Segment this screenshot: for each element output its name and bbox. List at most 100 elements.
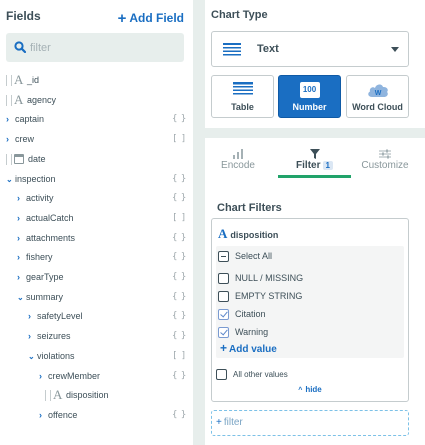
field-label: attachments <box>26 233 76 243</box>
option-null-missing[interactable]: NULL / MISSING <box>218 271 303 285</box>
hide-button[interactable]: ^ hide <box>212 385 408 394</box>
chevron-down-icon[interactable]: ⌄ <box>17 293 26 302</box>
chevron-right-icon[interactable]: › <box>17 213 26 223</box>
array-type-icon: [ ] <box>172 351 186 361</box>
chevron-right-icon[interactable]: › <box>17 193 26 203</box>
string-type-icon: A <box>53 387 63 402</box>
add-filter-label: filter <box>223 417 243 428</box>
chevron-right-icon[interactable]: › <box>6 134 15 144</box>
option-label: Citation <box>235 309 266 319</box>
checkbox[interactable] <box>218 272 229 284</box>
tile-table[interactable]: Table <box>211 75 274 118</box>
chart-filters-title: Chart Filters <box>217 202 282 214</box>
chevron-down-icon <box>391 47 399 52</box>
option-empty-string[interactable]: EMPTY STRING <box>218 289 302 303</box>
add-field-button[interactable]: + Add Field <box>117 9 184 27</box>
fields-header: Fields + Add Field <box>6 9 186 27</box>
drag-handle-icon[interactable] <box>6 74 12 86</box>
tab-label: Customize <box>361 160 409 171</box>
field-label: fishery <box>26 252 53 262</box>
drag-handle-icon[interactable] <box>45 389 51 401</box>
option-all-other-values[interactable]: All other values <box>216 367 288 381</box>
filter-values-list: Select All NULL / MISSING EMPTY STRING C… <box>216 246 404 358</box>
field-item-attachments[interactable]: › attachments { } <box>17 228 190 248</box>
tile-number[interactable]: 100 Number <box>278 75 341 118</box>
string-type-icon: A <box>14 92 24 107</box>
tab-encode[interactable]: Encode <box>211 146 265 178</box>
tab-customize[interactable]: Customize <box>355 146 415 178</box>
field-item-disposition[interactable]: Adisposition <box>45 385 190 405</box>
chevron-right-icon[interactable]: › <box>17 252 26 262</box>
checkbox-partial[interactable] <box>218 250 229 262</box>
chevron-right-icon[interactable]: › <box>17 233 26 243</box>
field-label: disposition <box>66 390 109 400</box>
field-item-summary[interactable]: ⌄ summary { } <box>17 287 190 307</box>
chart-subtype-tiles: Table 100 Number W Word Cloud <box>211 75 409 118</box>
field-item-geartype[interactable]: › gearType { } <box>17 267 190 287</box>
chart-type-select[interactable]: Text <box>211 31 409 67</box>
field-label: crew <box>15 134 35 144</box>
field-label: crewMember <box>48 371 101 381</box>
chevron-right-icon[interactable]: › <box>39 371 48 381</box>
table-icon <box>232 82 253 95</box>
field-item-date[interactable]: date <box>6 149 190 169</box>
option-warning[interactable]: Warning <box>218 325 268 339</box>
option-label: Warning <box>235 327 269 337</box>
chevron-right-icon[interactable]: › <box>28 311 37 321</box>
plus-icon: + <box>117 10 127 27</box>
checkbox[interactable] <box>218 290 229 302</box>
field-label: activity <box>26 193 54 203</box>
number-icon: 100 <box>299 82 320 98</box>
string-type-icon: A <box>14 72 24 87</box>
add-value-button[interactable]: + Add value <box>220 341 277 355</box>
checkbox[interactable] <box>216 368 227 380</box>
calendar-icon <box>14 154 24 164</box>
option-label: EMPTY STRING <box>235 291 303 301</box>
field-label: safetyLevel <box>37 311 83 321</box>
tab-filter[interactable]: Filter 1 <box>278 146 351 178</box>
add-field-label: Add Field <box>129 11 184 25</box>
option-citation[interactable]: Citation <box>218 307 266 321</box>
field-item-fishery[interactable]: › fishery { } <box>17 247 190 267</box>
chevron-down-icon[interactable]: ⌄ <box>28 352 37 361</box>
field-item-actualcatch[interactable]: › actualCatch [ ] <box>17 208 190 228</box>
field-item-agency[interactable]: Aagency <box>6 90 190 110</box>
chevron-right-icon[interactable]: › <box>17 272 26 282</box>
add-filter-dropzone[interactable]: + filter <box>211 410 409 436</box>
filter-card: Adisposition Select All NULL / MISSING E… <box>211 218 409 402</box>
fields-title: Fields <box>6 9 41 23</box>
drag-handle-icon[interactable] <box>6 94 12 106</box>
chevron-down-icon[interactable]: ⌄ <box>6 175 15 184</box>
field-filter-input[interactable] <box>30 38 176 57</box>
field-filter <box>6 33 184 62</box>
fields-panel: Fields +Add Field A_idAagency›captain{ }… <box>0 0 193 445</box>
field-item-activity[interactable]: › activity { } <box>17 188 190 208</box>
field-item-seizures[interactable]: › seizures { } <box>28 326 190 346</box>
tile-word-cloud[interactable]: W Word Cloud <box>346 75 409 118</box>
chevron-right-icon[interactable]: › <box>6 114 15 124</box>
field-item-_id[interactable]: A _id <box>6 70 190 90</box>
chevron-right-icon[interactable]: › <box>28 331 37 341</box>
field-item-captain[interactable]: › captain { } <box>6 109 190 129</box>
drag-handle-icon[interactable] <box>6 153 12 165</box>
object-type-icon: { } <box>172 371 186 381</box>
filter-count-badge: 1 <box>322 161 333 170</box>
tab-filter-label-wrap: Filter 1 <box>278 160 351 171</box>
field-item-crew[interactable]: › crew [ ] <box>6 129 190 149</box>
search-icon <box>14 41 26 53</box>
filter-icon <box>309 149 320 159</box>
option-label: NULL / MISSING <box>235 273 304 283</box>
filter-field-label: disposition <box>230 230 279 240</box>
chevron-right-icon[interactable]: › <box>39 410 48 420</box>
field-item-inspection[interactable]: ⌄ inspection { } <box>6 169 190 189</box>
field-item-offence[interactable]: › offence { } <box>39 405 190 425</box>
option-select-all[interactable]: Select All <box>218 249 272 263</box>
field-item-crewmember[interactable]: › crewMember { } <box>39 366 190 386</box>
field-item-safetylevel[interactable]: › safetyLevel { } <box>28 306 190 326</box>
field-item-violations[interactable]: ⌄ violations [ ] <box>28 346 190 366</box>
plus-icon: + <box>220 341 228 355</box>
chart-type-selected: Text <box>257 43 279 55</box>
checkbox-checked[interactable] <box>218 308 229 320</box>
option-label: All other values <box>233 369 288 379</box>
checkbox-checked[interactable] <box>218 326 229 338</box>
